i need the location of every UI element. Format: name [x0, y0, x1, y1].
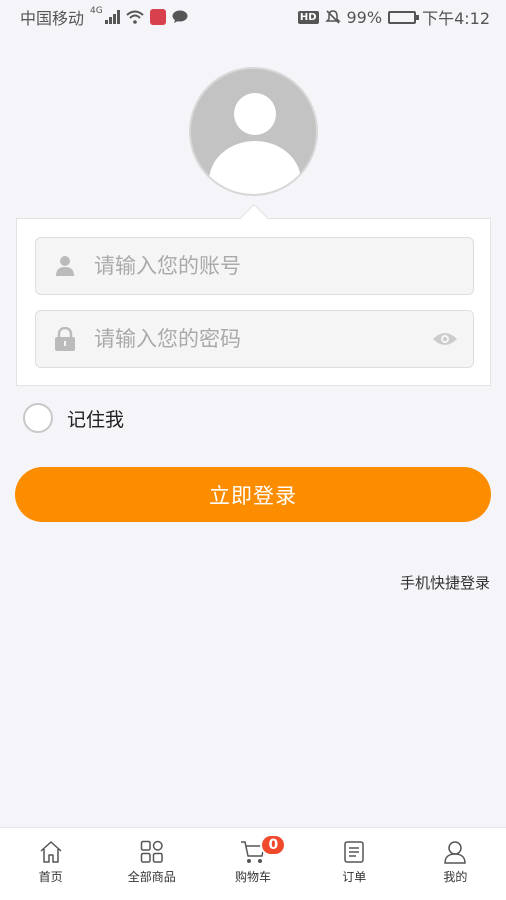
- status-bar: 中国移动 4G HD 99% 下午4:12: [0, 0, 506, 34]
- password-input[interactable]: [94, 311, 417, 367]
- tab-all-products[interactable]: 全部商品: [101, 828, 202, 900]
- account-field: [35, 237, 474, 295]
- signal-icon: [104, 10, 120, 24]
- user-icon: [36, 255, 94, 277]
- account-input[interactable]: [94, 238, 473, 294]
- tab-all-products-label: 全部商品: [127, 870, 176, 884]
- battery-icon: [388, 10, 420, 24]
- tab-orders[interactable]: 订单: [304, 828, 405, 900]
- remember-me-label: 记住我: [67, 408, 125, 431]
- cart-badge: 0: [260, 834, 287, 856]
- wifi-icon: [126, 10, 144, 24]
- password-field: [35, 310, 474, 368]
- lock-icon: [36, 327, 94, 351]
- tab-cart[interactable]: 0 购物车: [202, 828, 303, 900]
- grid-icon: [140, 840, 163, 863]
- tab-mine-label: 我的: [443, 870, 468, 884]
- tab-mine[interactable]: 我的: [405, 828, 506, 900]
- panel-pointer: [239, 203, 269, 233]
- network-type: 4G: [90, 6, 103, 16]
- remember-me-toggle[interactable]: 记住我: [23, 403, 124, 433]
- mute-bell-icon: [324, 10, 341, 24]
- show-password-eye-icon[interactable]: [417, 331, 473, 347]
- status-left: 中国移动 4G: [20, 5, 188, 29]
- order-icon: [344, 841, 364, 863]
- tab-home[interactable]: 首页: [0, 828, 101, 900]
- clock: 下午4:12: [422, 9, 490, 28]
- login-button[interactable]: 立即登录: [15, 467, 491, 522]
- quick-login-link[interactable]: 手机快捷登录: [400, 572, 490, 593]
- home-icon: [40, 841, 62, 863]
- tab-orders-label: 订单: [342, 870, 367, 884]
- app-notification-icon: [149, 9, 166, 25]
- tab-cart-label: 购物车: [235, 870, 272, 884]
- login-panel: [16, 203, 491, 386]
- tab-home-label: 首页: [38, 870, 63, 884]
- bottom-tab-bar: 首页 全部商品 0 购物车 订单 我的: [0, 827, 506, 900]
- remember-me-checkbox[interactable]: [23, 403, 53, 433]
- battery-percent: 99%: [346, 7, 383, 27]
- chat-icon: [172, 10, 188, 23]
- status-right: HD 99% 下午4:12: [297, 5, 490, 29]
- hd-icon: HD: [297, 10, 319, 24]
- carrier-name: 中国移动: [20, 9, 85, 28]
- avatar: [189, 67, 318, 196]
- user-icon: [444, 841, 467, 864]
